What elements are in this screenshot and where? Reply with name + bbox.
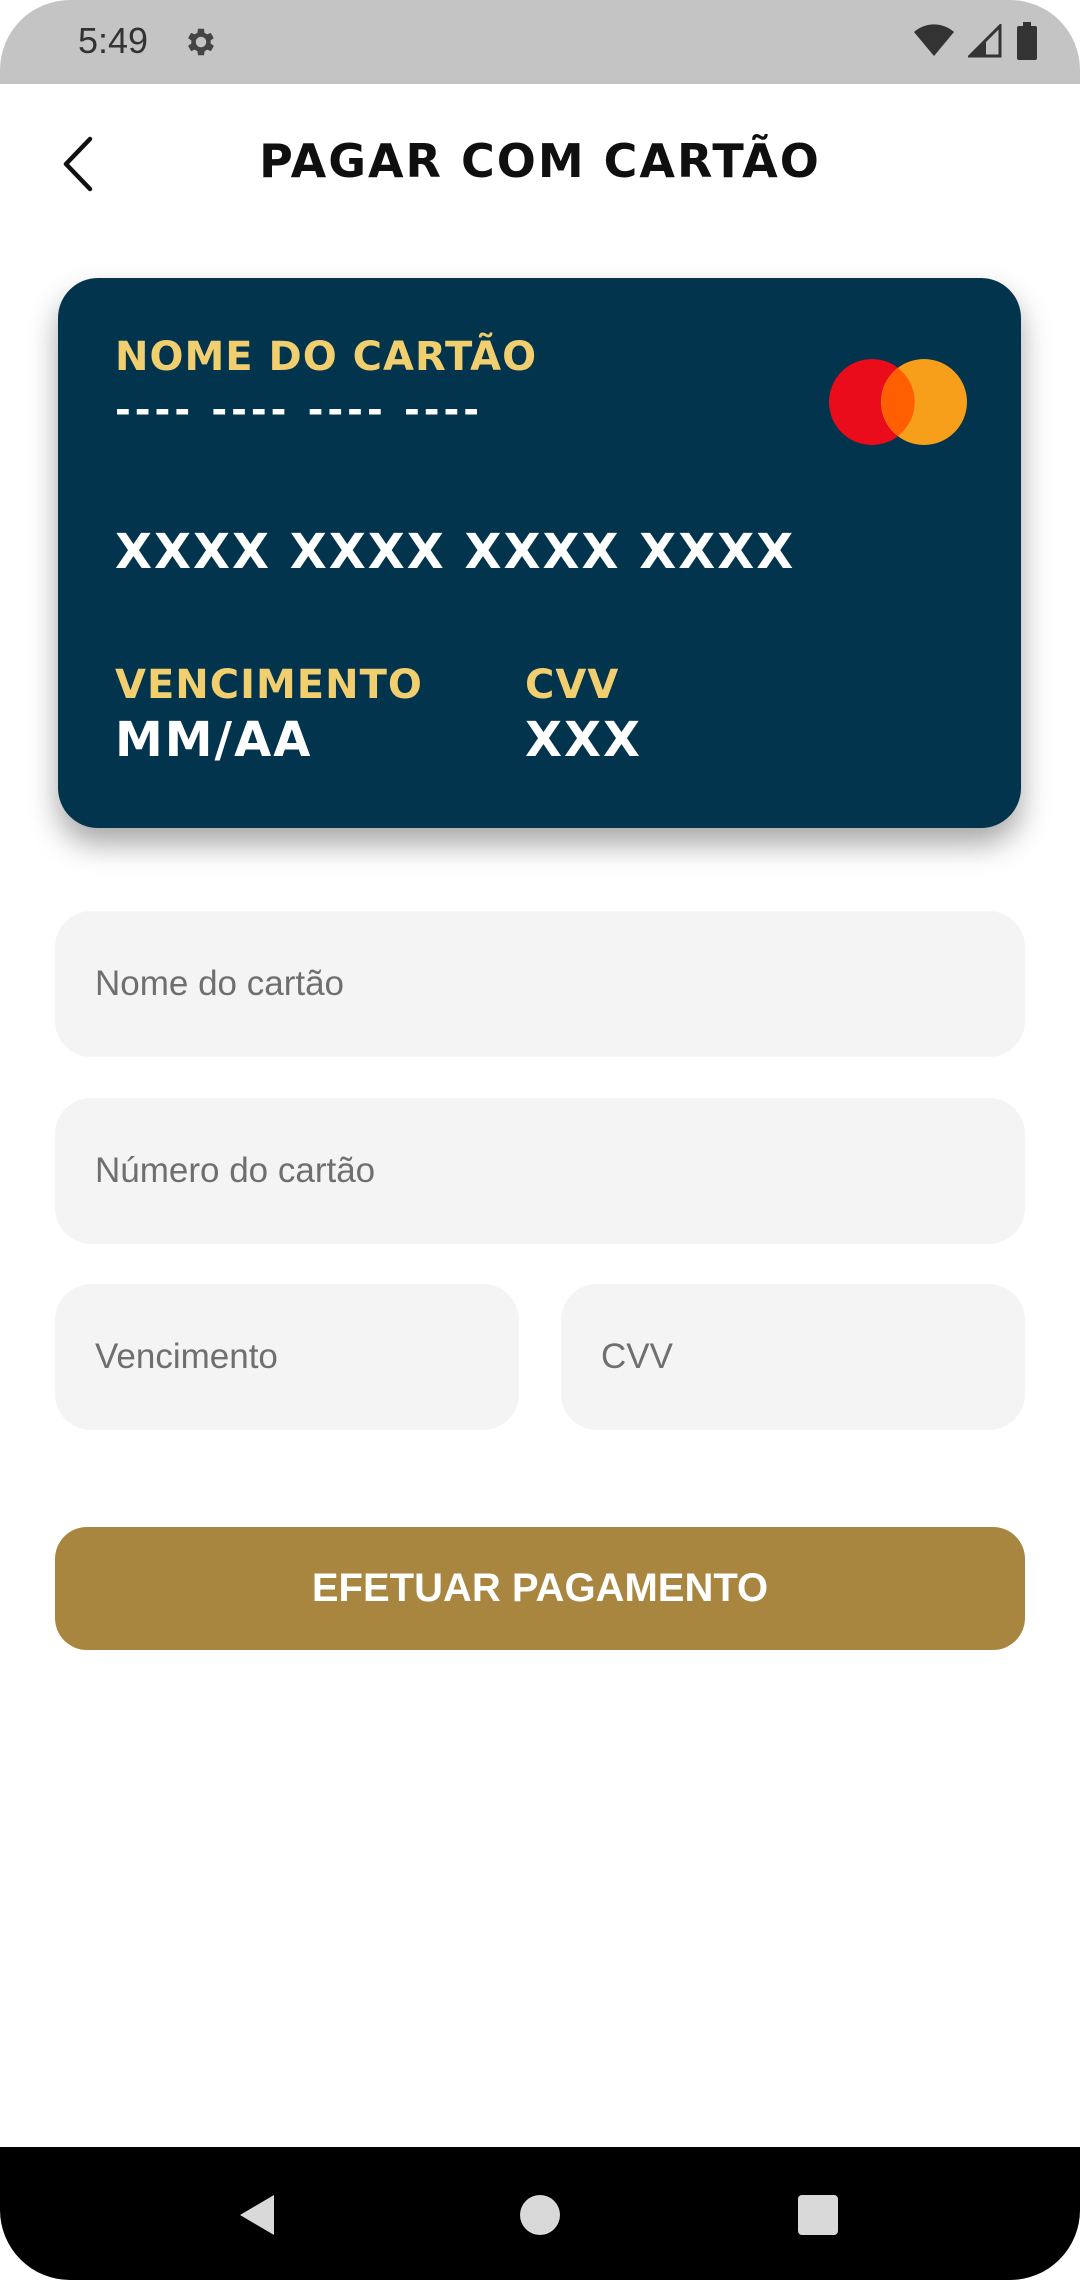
- pay-button[interactable]: EFETUAR PAGAMENTO: [55, 1527, 1025, 1650]
- card-number: XXXX XXXX XXXX XXXX: [115, 524, 796, 580]
- back-triangle-icon[interactable]: [230, 2187, 286, 2243]
- battery-icon: [1017, 22, 1037, 60]
- signal-icon: [968, 24, 1002, 58]
- gear-icon: [188, 28, 214, 56]
- status-icons: [914, 22, 1038, 60]
- card-cvv-value: XXX: [525, 712, 643, 768]
- mastercard-logo: [829, 359, 967, 445]
- wifi-icon: [914, 24, 954, 56]
- home-circle-icon[interactable]: [512, 2187, 568, 2243]
- recents-square-icon[interactable]: [790, 2187, 846, 2243]
- card-name-input[interactable]: [55, 911, 1025, 1057]
- card-name-label: NOME DO CARTÃO: [115, 334, 538, 380]
- header: PAGAR COM CARTÃO: [0, 84, 1080, 234]
- card-number-input[interactable]: [55, 1098, 1025, 1244]
- status-bar: 5:49: [0, 0, 1080, 84]
- card-cvv-input[interactable]: [561, 1284, 1025, 1430]
- status-time: 5:49: [78, 20, 149, 61]
- card-expiry-input[interactable]: [55, 1284, 519, 1430]
- card-cvv-label: CVV: [525, 662, 620, 708]
- card-expiry-label: VENCIMENTO: [115, 662, 423, 708]
- page-title: PAGAR COM CARTÃO: [259, 134, 821, 188]
- card-preview: NOME DO CARTÃO ---- ---- ---- ---- XXXX …: [58, 278, 1021, 828]
- card-expiry-value: MM/AA: [115, 712, 313, 768]
- card-name-value: ---- ---- ---- ----: [115, 388, 484, 432]
- system-nav-bar: [0, 2147, 1080, 2280]
